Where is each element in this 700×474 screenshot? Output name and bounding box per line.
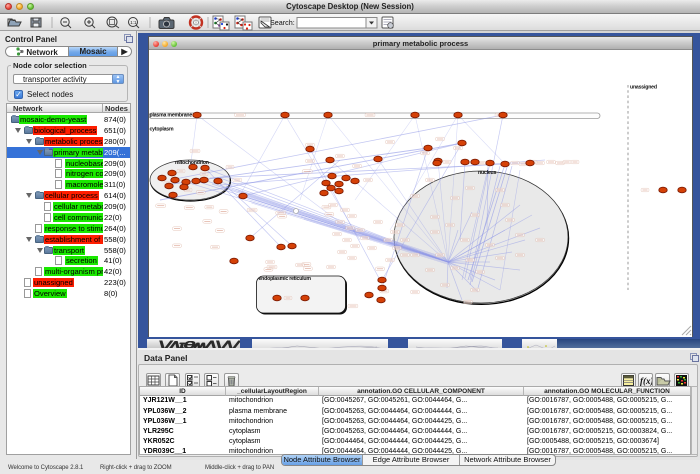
svg-text:1:1: 1:1 (130, 20, 137, 25)
svg-text:endoplasmic reticulum: endoplasmic reticulum (259, 276, 312, 282)
svg-text:plasma membrane: plasma membrane (150, 113, 193, 119)
svg-text:unassigned: unassigned (630, 85, 657, 91)
svg-text:Search:: Search: (270, 18, 295, 27)
svg-text:mitochondrion: mitochondrion (175, 160, 209, 166)
svg-text:nucleus: nucleus (478, 170, 497, 176)
svg-text:f(x): f(x) (640, 376, 652, 386)
svg-text:cytoplasm: cytoplasm (150, 127, 174, 133)
